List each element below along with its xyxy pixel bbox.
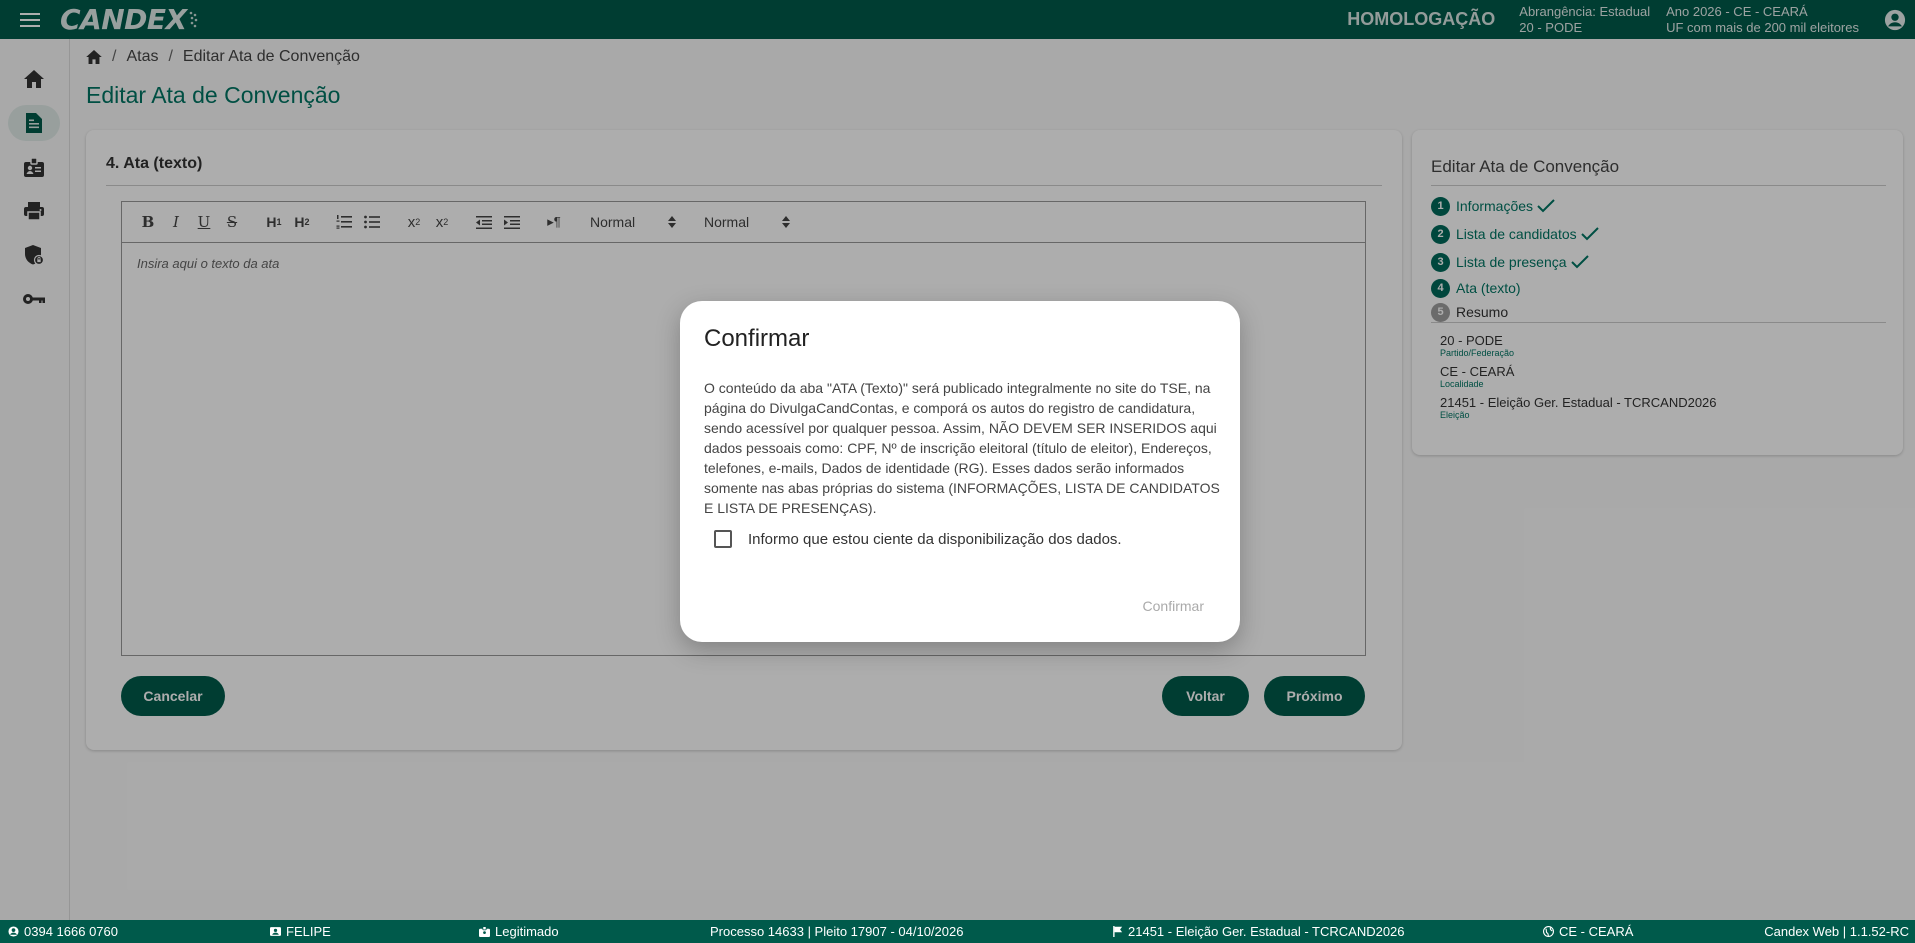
footer-process: Processo 14633 | Pleito 17907 - 04/10/20…	[710, 924, 964, 939]
id-card-icon	[270, 927, 281, 936]
checkbox-label: Informo que estou ciente da disponibiliz…	[748, 530, 1122, 548]
footer-status: Legitimado	[479, 924, 559, 939]
checkbox-box[interactable]	[714, 530, 732, 548]
footer-phone: 0394 1666 0760	[8, 924, 118, 939]
badge-icon	[479, 926, 490, 937]
status-bar: 0394 1666 0760 FELIPE Legitimado Process…	[0, 920, 1915, 943]
globe-icon	[1543, 926, 1554, 937]
footer-user: FELIPE	[270, 924, 331, 939]
confirm-dialog: Confirmar O conteúdo da aba "ATA (Texto)…	[680, 301, 1240, 642]
footer-election: 21451 - Eleição Ger. Estadual - TCRCAND2…	[1113, 924, 1405, 939]
footer-version: Candex Web | 1.1.52-RC	[1764, 924, 1909, 939]
confirm-button[interactable]: Confirmar	[1143, 598, 1204, 614]
dialog-message: O conteúdo da aba "ATA (Texto)" será pub…	[704, 380, 1220, 516]
flag-icon	[1113, 926, 1123, 937]
footer-locality: CE - CEARÁ	[1543, 924, 1633, 939]
acknowledge-checkbox[interactable]: Informo que estou ciente da disponibiliz…	[714, 530, 1122, 548]
dialog-title: Confirmar	[704, 325, 810, 352]
account-circle-icon	[8, 926, 19, 937]
